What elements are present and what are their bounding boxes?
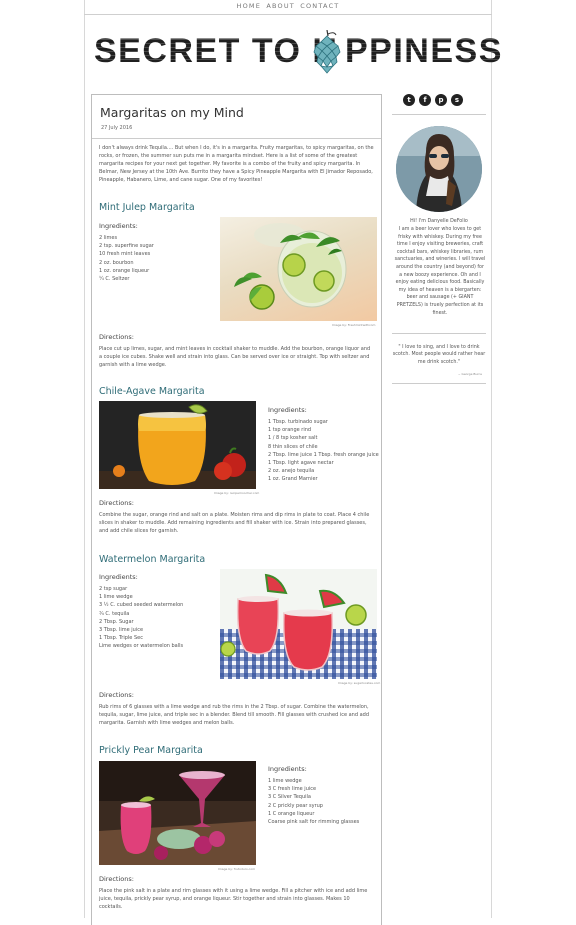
image-credit: Image by: sugarlocates.com (338, 681, 381, 685)
top-nav: HOME ABOUT CONTACT (0, 2, 576, 10)
list-item: 1 tsp orange rind (268, 427, 312, 434)
image-credit: Image by: Freshmintwithcom (332, 323, 376, 327)
post-article: Margaritas on my Mind 27 July 2016 I don… (91, 94, 382, 925)
nav-contact-link[interactable]: CONTACT (300, 2, 339, 10)
list-item: 1 Tbsp. turbinado sugar (268, 419, 328, 425)
list-item: 3 Tbsp. lime juice (99, 627, 144, 634)
prickly-pear-photo (99, 761, 256, 865)
list-item: Coarse pink salt for rimming glasses (268, 819, 360, 826)
list-item: 3 C Silver Tequila (268, 794, 311, 801)
recipe-title-chile-agave: Chile-Agave Margarita (99, 386, 205, 397)
pinterest-icon[interactable]: p (435, 94, 447, 106)
avatar (396, 126, 482, 212)
list-item: ¾ C. tequila (99, 610, 130, 617)
author-bio: I am a beer lover who loves to get frisk… (394, 227, 486, 316)
list-item: 1 lime wedge (268, 778, 302, 784)
directions-text: Rub rims of 6 glasses with a lime wedge … (99, 704, 370, 726)
site-logo[interactable]: SECRET TO H PPINESS (94, 30, 501, 76)
recipe-title-prickly-pear: Prickly Pear Margarita (99, 745, 203, 756)
sidebar-divider (392, 333, 486, 334)
list-item: 1 Tbsp. Triple Sec (99, 635, 143, 642)
post-divider (92, 138, 381, 139)
list-item: 1 Tbsp. light agave nectar (268, 460, 334, 467)
recipe-title-watermelon: Watermelon Margarita (99, 554, 206, 565)
directions-label: Directions: (99, 499, 134, 507)
list-item: 2 limes (99, 235, 118, 241)
author-greeting: Hi! I'm Danyelle DeFolio (410, 219, 468, 224)
list-item: 1 oz. orange liqueur (99, 267, 150, 274)
ingredients-label: Ingredients: (268, 406, 307, 414)
right-border (491, 0, 492, 918)
list-item: 2 oz. anejo tequila (268, 468, 315, 475)
list-item: 3 C fresh lime juice (268, 786, 317, 793)
directions-label: Directions: (99, 691, 134, 699)
quote-attribution: ~ George Burns (458, 372, 482, 376)
list-item: ¼ C. Seltzer (99, 276, 130, 283)
chile-agave-photo (99, 401, 256, 489)
list-item: 1 C orange liqueur (268, 810, 315, 817)
logo-text-right: PPINESS (345, 32, 503, 70)
twitter-icon[interactable]: t (403, 94, 415, 106)
image-credit: Image by: frutoduro.com (218, 867, 256, 871)
sidebar-quote: " I love to sing, and I love to drink sc… (392, 345, 486, 365)
list-item: 2 Tbsp. lime juice 1 Tbsp. fresh orange … (268, 451, 379, 458)
hop-icon (313, 30, 341, 74)
logo-text-left: SECRET TO H (94, 32, 339, 70)
post-title[interactable]: Margaritas on my Mind (100, 105, 244, 120)
ingredient-list-chile-agave: 1 Tbsp. turbinado sugar 1 tsp orange rin… (268, 418, 379, 484)
directions-text: Combine the sugar, orange rind and salt … (99, 512, 370, 534)
post-intro: I don't always drink Tequila.... But whe… (99, 145, 374, 183)
page: HOME ABOUT CONTACT SECRET TO H PPINESS M… (0, 0, 576, 925)
list-item: 1 / 8 tsp kosher salt (268, 435, 318, 442)
sidebar-divider (392, 383, 486, 384)
directions-label: Directions: (99, 333, 134, 341)
image-credit: Image by: recipemoocher.com (214, 491, 260, 495)
directions-text: Place the pink salt in a plate and rim g… (99, 888, 368, 910)
watermelon-photo (220, 569, 377, 679)
recipe-title-mint-julep: Mint Julep Margarita (99, 202, 195, 213)
left-border (84, 0, 85, 918)
list-item: Lime wedges or watermelon balls (99, 643, 184, 650)
ingredient-list-prickly-pear: 1 lime wedge 3 C fresh lime juice 3 C Si… (268, 777, 359, 826)
list-item: 2 Tbsp. Sugar (99, 618, 134, 625)
directions-label: Directions: (99, 875, 134, 883)
directions-text: Place cut up limes, sugar, and mint leav… (99, 346, 371, 368)
list-item: 10 fresh mint leaves (99, 251, 151, 258)
list-item: 1 oz. Grand Marnier (268, 476, 318, 483)
nav-home-link[interactable]: HOME (237, 2, 262, 10)
ingredients-label: Ingredients: (99, 222, 138, 230)
list-item: 1 lime wedge (99, 594, 133, 601)
ingredient-list-watermelon: 2 tsp sugar 1 lime wedge 3 ½ C. cubed se… (99, 585, 183, 651)
mint-julep-photo (220, 217, 377, 321)
list-item: 2 tsp sugar (99, 586, 128, 592)
ingredients-label: Ingredients: (99, 573, 138, 581)
facebook-icon[interactable]: f (419, 94, 431, 106)
post-date: 27 July 2016 (101, 125, 133, 131)
list-item: 2 oz. bourbon (99, 259, 134, 266)
ingredients-label: Ingredients: (268, 765, 307, 773)
snapchat-icon[interactable]: s (451, 94, 463, 106)
list-item: 3 ½ C. cubed seeded watermelon (99, 602, 184, 609)
list-item: 2 tsp. superfine sugar (99, 243, 154, 250)
ingredient-list-mint-julep: 2 limes 2 tsp. superfine sugar 10 fresh … (99, 234, 154, 283)
list-item: 2 C prickly pear syrup (268, 802, 323, 809)
nav-divider (84, 14, 492, 15)
list-item: 8 thin slices of chile (268, 443, 318, 450)
sidebar-divider (392, 114, 486, 115)
nav-about-link[interactable]: ABOUT (266, 2, 295, 10)
